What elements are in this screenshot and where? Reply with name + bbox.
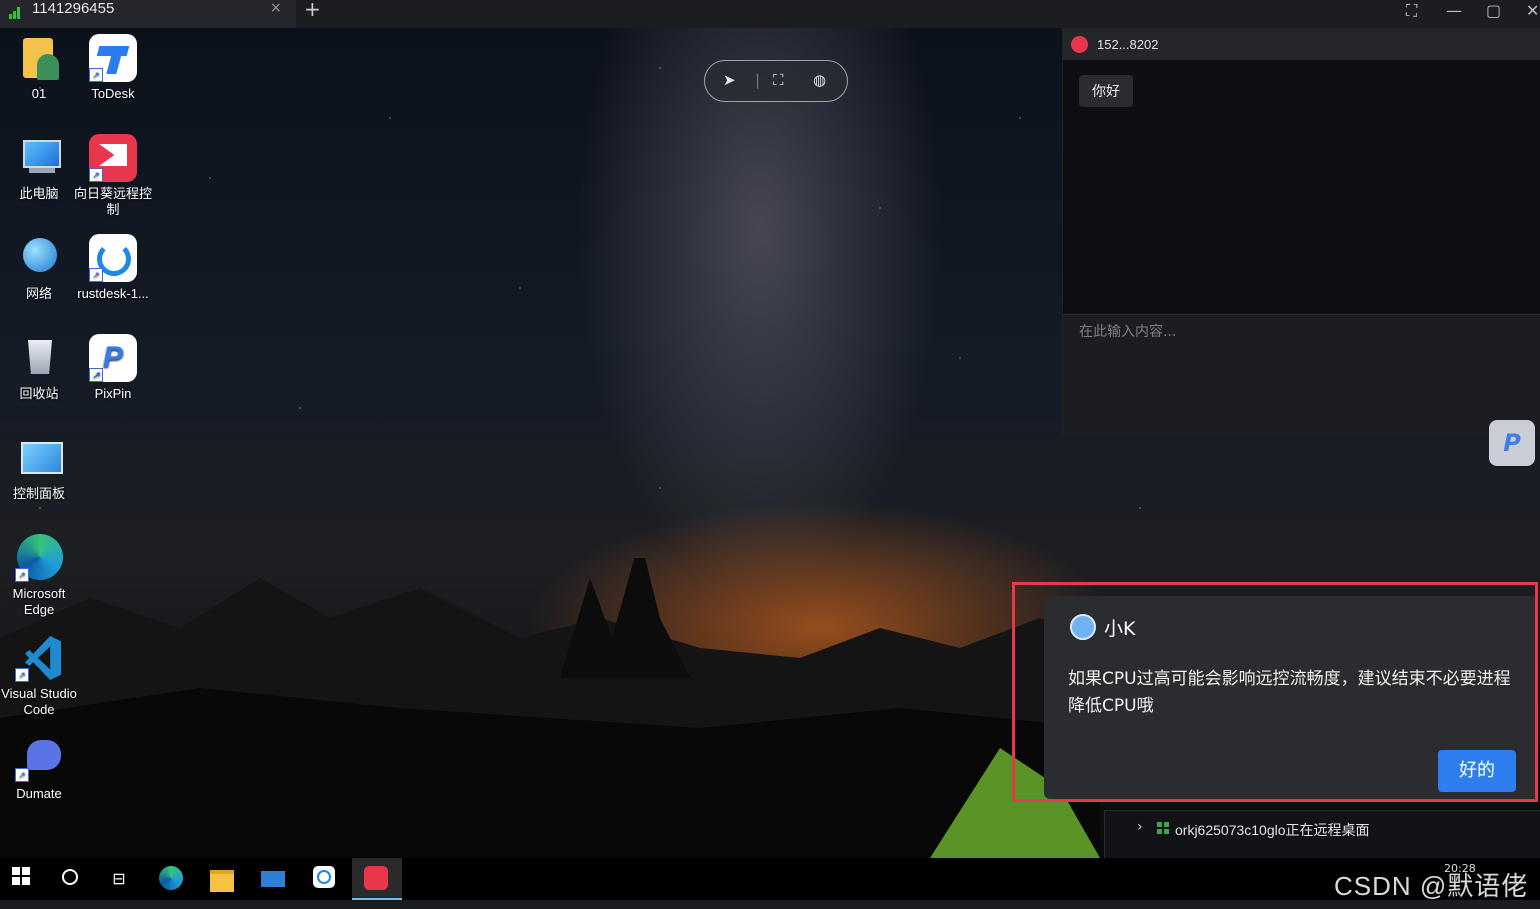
close-tab-icon[interactable]: × (270, 0, 282, 16)
chat-input-field[interactable]: 在此输入内容... (1063, 314, 1540, 437)
bottom-strip (0, 900, 1540, 909)
session-status-text: orkj625073c10glo正在远程桌面 (1175, 822, 1370, 838)
chat-input-placeholder: 在此输入内容... (1079, 324, 1177, 340)
desktop-icon-todesk[interactable]: ↗ ToDesk (74, 34, 152, 102)
csdn-watermark: CSDN @默语佬 (1334, 871, 1529, 901)
desktop-icon-dumate[interactable]: ↗ Dumate (0, 734, 78, 802)
desktop-icon-control-panel[interactable]: 控制面板 (0, 434, 78, 502)
desktop-icon-edge[interactable]: ↗ Microsoft Edge (0, 534, 78, 618)
desktop-icon-label: 向日葵远程控制 (74, 186, 153, 217)
task-view-icon[interactable]: ⊟ (106, 866, 132, 892)
shortcut-arrow-icon: ↗ (89, 168, 103, 182)
desktop-icon-label: ToDesk (91, 86, 135, 101)
user-folder-icon (15, 34, 63, 82)
fullscreen-toggle-icon[interactable]: ⛶ (773, 71, 784, 89)
desktop-icon-label: 控制面板 (12, 486, 65, 501)
desktop-icon-pixpin[interactable]: P ↗ PixPin (74, 334, 152, 402)
desktop-icon-01[interactable]: 01 (0, 34, 78, 102)
toolbar-divider: | (755, 71, 761, 89)
edge-browser-icon: ↗ (15, 534, 63, 582)
minimize-icon[interactable]: — (1446, 1, 1462, 20)
session-status-bar[interactable]: › orkj625073c10glo正在远程桌面 (1104, 810, 1540, 860)
new-tab-button[interactable]: + (304, 0, 321, 21)
computer-icon (15, 134, 63, 182)
chevron-right-icon[interactable]: › (1137, 819, 1143, 835)
remote-floating-toolbar: ➤ | ⛶ ◍ (704, 60, 848, 102)
signal-strength-icon (9, 7, 23, 19)
sunlogin-taskbar-icon[interactable] (364, 866, 390, 892)
desktop-icon-label: 此电脑 (19, 186, 59, 201)
search-icon[interactable] (57, 866, 83, 892)
pixpin-icon: P ↗ (89, 334, 137, 382)
edge-taskbar-icon[interactable] (159, 866, 185, 892)
chat-message-bubble: 你好 (1079, 75, 1133, 107)
desktop-icon-label: Visual Studio Code (1, 686, 77, 717)
control-panel-icon (15, 434, 63, 482)
desktop-icon-label: PixPin (94, 386, 132, 401)
chat-panel: 152...8202 你好 在此输入内容... (1062, 28, 1540, 437)
send-icon[interactable]: ➤ (723, 71, 736, 89)
desktop-icon-label: 回收站 (19, 386, 59, 401)
chat-header: 152...8202 (1063, 28, 1540, 60)
rustdesk-icon: ↗ (89, 234, 137, 282)
desktop-icon-label: rustdesk-1... (77, 286, 149, 301)
sunlogin-logo-icon (1071, 36, 1088, 53)
network-globe-icon (15, 234, 63, 282)
desktop-icon-label: 网络 (25, 286, 52, 301)
session-tab-bar: 1141296455 × + ⛶ — ▢ ✕ (0, 0, 1540, 28)
desktop-icon-vscode[interactable]: ↗ Visual Studio Code (0, 634, 78, 718)
close-window-icon[interactable]: ✕ (1526, 1, 1539, 20)
shortcut-arrow-icon: ↗ (89, 68, 103, 82)
desktop-icon-rustdesk[interactable]: ↗ rustdesk-1... (74, 234, 152, 302)
maximize-icon[interactable]: ▢ (1486, 1, 1501, 20)
desktop-icon-recycle-bin[interactable]: 回收站 (0, 334, 78, 402)
fullscreen-icon[interactable]: ⛶ (1406, 1, 1417, 21)
start-menu-icon[interactable] (8, 866, 34, 892)
desktop-icon-label: 01 (31, 86, 47, 101)
pixpin-floating-button[interactable]: P (1489, 420, 1535, 466)
windows-logo-icon (1157, 822, 1169, 834)
assistant-icon[interactable]: ◍ (813, 71, 826, 89)
mail-icon[interactable] (261, 866, 287, 892)
session-tab[interactable]: 1141296455 × (0, 0, 296, 28)
highlight-box (1012, 582, 1538, 802)
desktop-icon-label: Dumate (16, 786, 62, 801)
shortcut-arrow-icon: ↗ (89, 368, 103, 382)
chat-peer-id: 152...8202 (1097, 37, 1159, 52)
todesk-icon: ↗ (89, 34, 137, 82)
rustdesk-taskbar-icon[interactable] (313, 866, 339, 892)
shortcut-arrow-icon: ↗ (15, 668, 29, 682)
desktop-icon-label: Microsoft Edge (12, 586, 66, 617)
session-tab-title: 1141296455 (32, 0, 115, 17)
dumate-icon: ↗ (15, 734, 63, 782)
desktop-icon-network[interactable]: 网络 (0, 234, 78, 302)
sunlogin-icon: ↗ (89, 134, 137, 182)
shortcut-arrow-icon: ↗ (89, 268, 103, 282)
desktop-icon-this-pc[interactable]: 此电脑 (0, 134, 78, 202)
file-explorer-icon[interactable] (210, 866, 236, 892)
recycle-bin-icon (15, 334, 63, 382)
shortcut-arrow-icon: ↗ (15, 768, 29, 782)
shortcut-arrow-icon: ↗ (15, 568, 29, 582)
windows-taskbar: ⊟ (0, 858, 1540, 900)
desktop-icon-sunlogin[interactable]: ↗ 向日葵远程控制 (74, 134, 152, 218)
vscode-icon: ↗ (15, 634, 63, 682)
